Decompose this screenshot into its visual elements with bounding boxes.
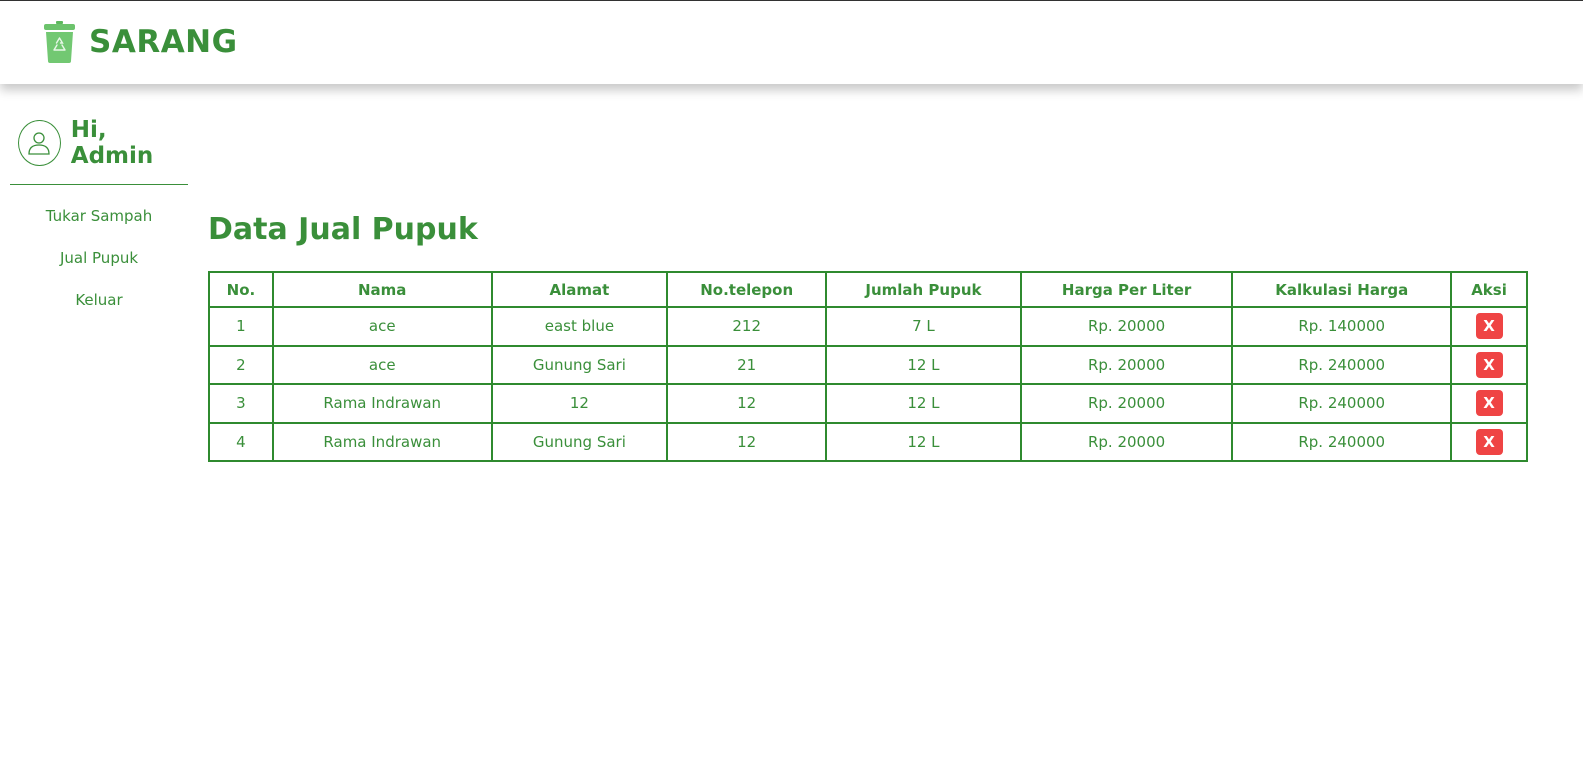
user-icon xyxy=(18,119,61,166)
cell-aksi: X xyxy=(1450,421,1528,462)
page-title: Data Jual Pupuk xyxy=(208,212,478,247)
cell-harga: Rp. 20000 xyxy=(1019,306,1234,347)
cell-nama: ace xyxy=(271,344,493,385)
sidebar-divider xyxy=(10,184,188,185)
cell-harga: Rp. 20000 xyxy=(1019,421,1234,462)
data-table: No. Nama Alamat No.telepon Jumlah Pupuk … xyxy=(208,271,1528,462)
sidebar-nav: Tukar Sampah Jual Pupuk Keluar xyxy=(10,204,188,330)
sidebar-item-keluar[interactable]: Keluar xyxy=(10,288,188,330)
cell-no: 3 xyxy=(208,383,274,424)
column-header-nama: Nama xyxy=(271,271,493,308)
column-header-alamat: Alamat xyxy=(490,271,669,308)
cell-nama: ace xyxy=(271,306,493,347)
cell-aksi: X xyxy=(1450,344,1528,385)
delete-button[interactable]: X xyxy=(1475,390,1503,417)
cell-nama: Rama Indrawan xyxy=(271,383,493,424)
cell-harga: Rp. 20000 xyxy=(1019,383,1234,424)
table-row: 4 Rama Indrawan Gunung Sari 12 12 L Rp. … xyxy=(208,421,1528,462)
column-header-jumlah: Jumlah Pupuk xyxy=(825,271,1022,308)
cell-no: 4 xyxy=(208,421,274,462)
column-header-no: No. xyxy=(208,271,274,308)
cell-kalkulasi: Rp. 240000 xyxy=(1231,344,1453,385)
column-header-kalkulasi: Kalkulasi Harga xyxy=(1231,271,1453,308)
table-row: 2 ace Gunung Sari 21 12 L Rp. 20000 Rp. … xyxy=(208,344,1528,385)
cell-jumlah: 12 L xyxy=(825,383,1022,424)
column-header-telepon: No.telepon xyxy=(666,271,828,308)
cell-telepon: 12 xyxy=(666,383,828,424)
cell-jumlah: 7 L xyxy=(825,306,1022,347)
cell-telepon: 12 xyxy=(666,421,828,462)
column-header-aksi: Aksi xyxy=(1450,271,1528,308)
delete-button[interactable]: X xyxy=(1475,313,1503,340)
column-header-harga: Harga Per Liter xyxy=(1019,271,1234,308)
table-row: 1 ace east blue 212 7 L Rp. 20000 Rp. 14… xyxy=(208,306,1528,347)
table-header-row: No. Nama Alamat No.telepon Jumlah Pupuk … xyxy=(208,271,1528,308)
cell-kalkulasi: Rp. 240000 xyxy=(1231,421,1453,462)
recycle-bin-icon xyxy=(44,21,75,63)
table-row: 3 Rama Indrawan 12 12 12 L Rp. 20000 Rp.… xyxy=(208,383,1528,424)
delete-button[interactable]: X xyxy=(1475,428,1503,455)
brand[interactable]: SARANG xyxy=(43,21,238,63)
cell-jumlah: 12 L xyxy=(825,421,1022,462)
main-content: Data Jual Pupuk No. Nama Alamat No.telep… xyxy=(208,210,1528,462)
cell-kalkulasi: Rp. 240000 xyxy=(1231,383,1453,424)
cell-kalkulasi: Rp. 140000 xyxy=(1231,306,1453,347)
cell-telepon: 212 xyxy=(666,306,828,347)
cell-alamat: 12 xyxy=(490,383,669,424)
navbar: SARANG xyxy=(0,1,1583,84)
brand-name: SARANG xyxy=(89,24,238,60)
delete-button[interactable]: X xyxy=(1475,351,1503,378)
cell-harga: Rp. 20000 xyxy=(1019,344,1234,385)
cell-telepon: 21 xyxy=(666,344,828,385)
cell-aksi: X xyxy=(1450,306,1528,347)
user-profile: Hi, Admin xyxy=(10,116,188,169)
cell-alamat: Gunung Sari xyxy=(490,344,669,385)
cell-nama: Rama Indrawan xyxy=(271,421,493,462)
cell-alamat: east blue xyxy=(490,306,669,347)
sidebar: Hi, Admin Tukar Sampah Jual Pupuk Keluar xyxy=(10,116,188,330)
sidebar-item-jual-pupuk[interactable]: Jual Pupuk xyxy=(10,246,188,288)
cell-jumlah: 12 L xyxy=(825,344,1022,385)
greeting: Hi, Admin xyxy=(70,116,154,169)
sidebar-item-tukar-sampah[interactable]: Tukar Sampah xyxy=(10,204,188,246)
cell-no: 2 xyxy=(208,344,274,385)
cell-aksi: X xyxy=(1450,383,1528,424)
cell-no: 1 xyxy=(208,306,274,347)
cell-alamat: Gunung Sari xyxy=(490,421,669,462)
